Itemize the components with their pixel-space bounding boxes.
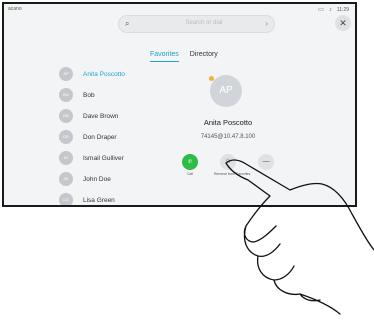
contact-name: John Doe <box>83 175 111 183</box>
close-button[interactable]: ✕ <box>335 15 351 31</box>
status-bar: ▭ ♪ 11:29 <box>318 6 349 14</box>
star-icon: ☆ <box>220 154 236 170</box>
avatar: BO <box>59 88 73 102</box>
microphone-icon: ♪ <box>328 6 332 13</box>
tab-bar: Favorites Directory <box>150 51 218 62</box>
camera-icon: ▭ <box>318 7 324 13</box>
contact-name: Don Draper <box>83 133 117 141</box>
contact-detail-avatar: AP <box>210 75 242 107</box>
tab-directory[interactable]: Directory <box>190 51 218 62</box>
tab-favorites[interactable]: Favorites <box>150 51 179 62</box>
avatar: JD <box>59 172 73 186</box>
contact-name: Dave Brown <box>83 112 119 120</box>
more-button[interactable]: — <box>256 154 276 170</box>
contact-lisa-green[interactable]: LG Lisa Green <box>59 193 115 205</box>
contact-anita-poscotto[interactable]: AP Anita Poscotto <box>59 67 125 81</box>
contact-name: Lisa Green <box>83 196 115 204</box>
chevron-right-icon[interactable]: › <box>265 19 268 28</box>
avatar: IG <box>59 151 73 165</box>
system-name: acano <box>8 6 22 12</box>
contact-name: Ismail Gulliver <box>83 154 124 162</box>
contact-name: Bob <box>83 91 95 99</box>
contact-dave-brown[interactable]: DB Dave Brown <box>59 109 118 123</box>
touch-panel-screen: acano ▭ ♪ 11:29 ⌕ Search or dial › ✕ Fav… <box>2 2 357 207</box>
contact-ismail-gulliver[interactable]: IG Ismail Gulliver <box>59 151 124 165</box>
contact-don-draper[interactable]: DD Don Draper <box>59 130 117 144</box>
phone-icon: ✆ <box>182 154 198 170</box>
contact-bob[interactable]: BO Bob <box>59 88 95 102</box>
avatar: DB <box>59 109 73 123</box>
avatar: AP <box>59 67 73 81</box>
search-icon: ⌕ <box>125 19 130 28</box>
contact-name: Anita Poscotto <box>83 70 125 78</box>
contact-detail-name: Anita Poscotto <box>203 118 253 127</box>
call-button[interactable]: ✆ Call <box>180 154 200 176</box>
remove-favorite-label: Remove from Favorites <box>214 172 251 176</box>
search-placeholder: Search or dial <box>185 20 223 26</box>
avatar: LG <box>59 193 73 205</box>
favorite-indicator <box>209 76 214 81</box>
search-input[interactable]: ⌕ Search or dial › <box>118 15 275 33</box>
more-icon: — <box>258 154 274 170</box>
contact-detail-number: 74145@10.47.8.100 <box>200 134 256 140</box>
clock: 11:29 <box>336 6 349 13</box>
avatar: DD <box>59 130 73 144</box>
call-label: Call <box>186 172 194 176</box>
contact-john-doe[interactable]: JD John Doe <box>59 172 111 186</box>
remove-favorite-button[interactable]: ☆ Remove from Favorites <box>214 154 251 176</box>
